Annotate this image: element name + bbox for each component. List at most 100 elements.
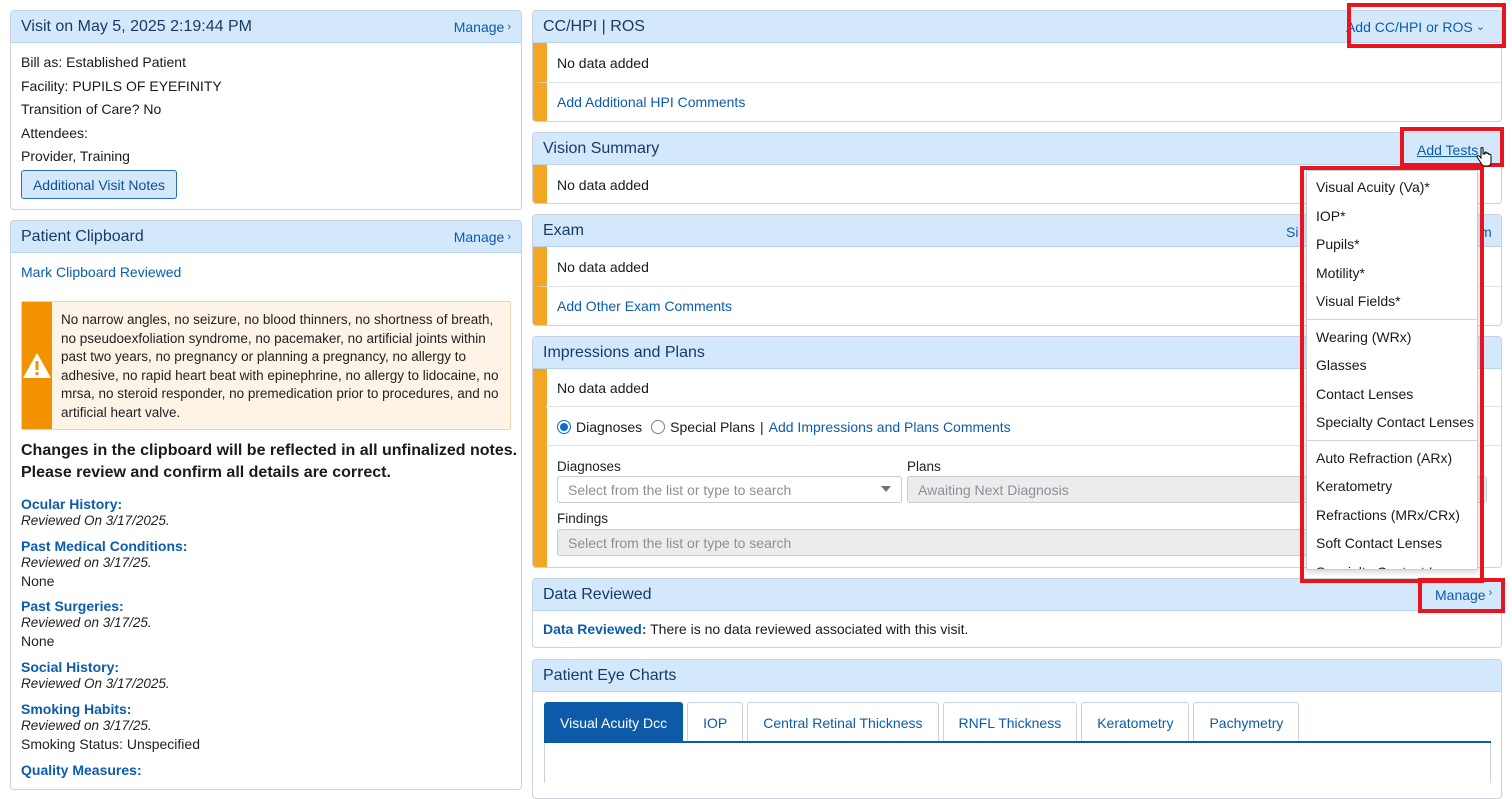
vision-no-data: No data added	[557, 176, 649, 193]
data-reviewed-panel: Data Reviewed	[532, 578, 1502, 648]
additional-visit-notes-button[interactable]: Additional Visit Notes	[21, 170, 177, 199]
exam-header-link-right[interactable]: m	[1480, 224, 1492, 240]
social-history-link[interactable]: Social History:	[21, 659, 119, 675]
exam-no-data: No data added	[557, 258, 649, 275]
social-history-reviewed: Reviewed On 3/17/2025.	[21, 676, 170, 691]
past-surgeries-value: None	[21, 633, 55, 649]
clipboard-notice-2: Please review and confirm all details ar…	[21, 464, 391, 481]
eye-chart-tabs: Visual Acuity Dcc IOP Central Retinal Th…	[544, 702, 1300, 742]
attendees-label: Attendees:	[21, 125, 88, 141]
data-reviewed-text: There is no data reviewed associated wit…	[646, 621, 969, 637]
menu-item-motility[interactable]: Motility*	[1307, 259, 1477, 288]
ocular-history-link[interactable]: Ocular History:	[21, 496, 122, 512]
add-tests-menu: Visual Acuity (Va)* IOP* Pupils* Motilit…	[1306, 170, 1478, 570]
data-reviewed-text-row: Data Reviewed: There is no data reviewed…	[543, 621, 968, 637]
menu-item-visual-fields[interactable]: Visual Fields*	[1307, 287, 1477, 316]
past-surgeries-link[interactable]: Past Surgeries:	[21, 598, 124, 614]
caret-down-icon	[881, 486, 891, 492]
menu-item-contact-lenses[interactable]: Contact Lenses	[1307, 380, 1477, 409]
eye-charts-title: Patient Eye Charts	[543, 666, 677, 684]
mark-clipboard-reviewed-link[interactable]: Mark Clipboard Reviewed	[21, 264, 181, 280]
past-medical-conditions-link[interactable]: Past Medical Conditions:	[21, 538, 187, 554]
menu-item-specialty-contact-lenses[interactable]: Specialty Contact Lenses	[1307, 408, 1477, 437]
visit-manage-link[interactable]: Manage ›	[454, 19, 511, 35]
tab-rnfl-thickness[interactable]: RNFL Thickness	[942, 702, 1078, 742]
hand-cursor-icon	[1476, 147, 1492, 167]
findings-label: Findings	[557, 511, 609, 526]
warning-icon	[23, 353, 51, 378]
menu-item-keratometry[interactable]: Keratometry	[1307, 472, 1477, 501]
cc-hpi-header: CC/HPI | ROS Add CC/HPI or ROS ⌄	[533, 11, 1501, 43]
diagnoses-select[interactable]: Select from the list or type to search	[557, 476, 902, 503]
alert-text: No narrow angles, no seizure, no blood t…	[61, 312, 499, 420]
menu-item-glasses[interactable]: Glasses	[1307, 351, 1477, 380]
smoking-habits-reviewed: Reviewed on 3/17/25.	[21, 718, 152, 733]
cc-hpi-comments-row: Add Additional HPI Comments	[533, 82, 1501, 121]
menu-item-iop[interactable]: IOP*	[1307, 202, 1477, 231]
cc-hpi-body: No data added	[533, 43, 1501, 82]
diagnoses-radio[interactable]	[557, 420, 571, 434]
clipboard-title: Patient Clipboard	[21, 227, 144, 245]
attendees: Provider, Training	[21, 148, 130, 164]
clipboard-notice-1: Changes in the clipboard will be reflect…	[21, 442, 518, 459]
menu-separator	[1307, 318, 1477, 320]
menu-item-soft-contact-lenses[interactable]: Soft Contact Lenses	[1307, 529, 1477, 558]
impressions-mode-row: Diagnoses Special Plans | Add Impression…	[557, 419, 1011, 435]
menu-item-visual-acuity[interactable]: Visual Acuity (Va)*	[1307, 173, 1477, 202]
diagnoses-label: Diagnoses	[557, 459, 621, 474]
data-reviewed-label: Data Reviewed:	[543, 621, 647, 637]
past-surgeries-reviewed: Reviewed on 3/17/25.	[21, 615, 152, 630]
menu-item-wearing[interactable]: Wearing (WRx)	[1307, 323, 1477, 352]
eye-charts-header: Patient Eye Charts	[533, 660, 1501, 692]
data-reviewed-manage-link[interactable]: Manage ›	[1435, 587, 1492, 603]
special-plans-radio[interactable]	[651, 420, 666, 434]
add-impressions-comments-link[interactable]: Add Impressions and Plans Comments	[769, 419, 1011, 435]
bill-as: Bill as: Established Patient	[21, 54, 186, 70]
mode-separator: |	[759, 419, 764, 435]
add-hpi-comments-link[interactable]: Add Additional HPI Comments	[557, 94, 745, 110]
menu-item-pupils[interactable]: Pupils*	[1307, 230, 1477, 259]
clipboard-header: Patient Clipboard Manage ›	[11, 221, 521, 253]
transition-of-care: Transition of Care? No	[21, 101, 162, 117]
exam-title: Exam	[543, 221, 584, 239]
tab-keratometry[interactable]: Keratometry	[1081, 702, 1190, 742]
chevron-down-icon: ⌄	[1475, 21, 1485, 33]
quality-measures-link[interactable]: Quality Measures:	[21, 762, 142, 778]
smoking-habits-link[interactable]: Smoking Habits:	[21, 701, 131, 717]
chevron-right-icon: ›	[1488, 587, 1493, 599]
findings-placeholder: Select from the list or type to search	[568, 534, 792, 551]
add-cc-hpi-button[interactable]: Add CC/HPI or ROS ⌄	[1346, 19, 1485, 35]
plans-placeholder: Awaiting Next Diagnosis	[918, 481, 1069, 498]
cc-no-data: No data added	[557, 54, 649, 71]
cc-hpi-title: CC/HPI | ROS	[543, 17, 645, 35]
plans-label: Plans	[907, 459, 941, 474]
tab-visual-acuity-dcc[interactable]: Visual Acuity Dcc	[544, 702, 684, 742]
tab-pachymetry[interactable]: Pachymetry	[1193, 702, 1300, 742]
facility: Facility: PUPILS OF EYEFINITY	[21, 78, 222, 94]
tab-central-retinal-thickness[interactable]: Central Retinal Thickness	[747, 702, 939, 742]
smoking-status: Smoking Status: Unspecified	[21, 736, 200, 752]
menu-item-refractions[interactable]: Refractions (MRx/CRx)	[1307, 501, 1477, 530]
visit-title: Visit on May 5, 2025 2:19:44 PM	[21, 17, 252, 35]
menu-item-auto-refraction[interactable]: Auto Refraction (ARx)	[1307, 444, 1477, 473]
special-plans-radio-label: Special Plans	[670, 419, 755, 435]
cc-hpi-panel: CC/HPI | ROS Add CC/HPI or ROS ⌄ No data …	[532, 10, 1502, 122]
vision-summary-header: Vision Summary	[533, 133, 1501, 165]
clipboard-manage-link[interactable]: Manage ›	[454, 229, 511, 245]
menu-item-specialty-contact-lenses-2[interactable]: Specialty Contact L...	[1307, 558, 1477, 569]
diagnoses-placeholder: Select from the list or type to search	[568, 481, 792, 498]
findings-select[interactable]: Select from the list or type to search	[557, 529, 1317, 556]
exam-header-link-left[interactable]: Si	[1286, 224, 1298, 240]
tab-iop[interactable]: IOP	[687, 702, 744, 742]
add-exam-comments-link[interactable]: Add Other Exam Comments	[557, 298, 732, 314]
diagnoses-radio-label: Diagnoses	[576, 419, 643, 435]
ocular-history-reviewed: Reviewed On 3/17/2025.	[21, 513, 170, 528]
menu-separator	[1307, 439, 1477, 441]
data-reviewed-header: Data Reviewed	[533, 579, 1501, 611]
warning-strip	[22, 302, 52, 429]
past-medical-reviewed: Reviewed on 3/17/25.	[21, 555, 152, 570]
vision-summary-title: Vision Summary	[543, 139, 660, 157]
visit-header: Visit on May 5, 2025 2:19:44 PM Manage ›	[11, 11, 521, 43]
data-reviewed-title: Data Reviewed	[543, 585, 652, 603]
impressions-title: Impressions and Plans	[543, 343, 705, 361]
